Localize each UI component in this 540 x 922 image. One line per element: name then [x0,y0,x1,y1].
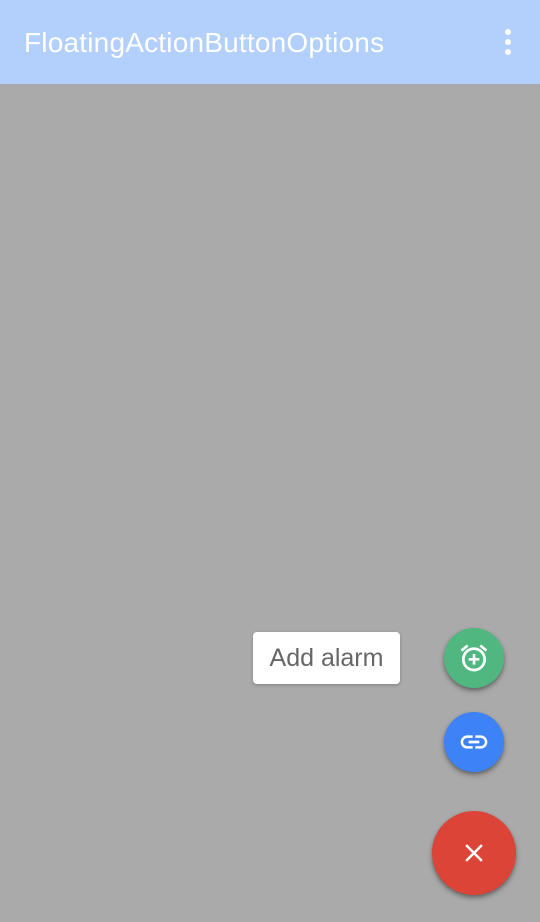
add-alarm-icon [460,644,488,672]
add-alarm-fab[interactable] [444,628,504,688]
link-icon [460,735,488,749]
link-fab[interactable] [444,712,504,772]
overflow-menu-button[interactable] [494,24,522,60]
close-icon [465,844,483,862]
fab-label-add-alarm[interactable]: Add alarm [253,632,400,684]
main-fab-close[interactable] [432,811,516,895]
app-title: FloatingActionButtonOptions [24,27,385,58]
app-bar: FloatingActionButtonOptions [0,0,540,84]
content-scrim[interactable] [0,84,540,922]
more-vert-icon [505,29,511,35]
